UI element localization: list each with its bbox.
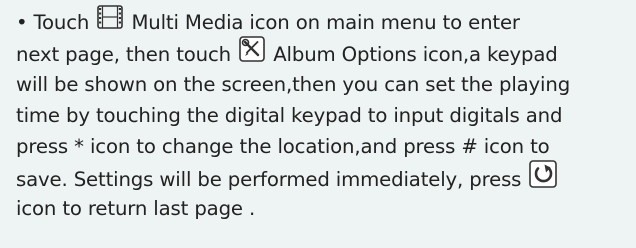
text-line-6: save. Settings will be performed immedia… [16,160,628,193]
text-segment: Multi Media icon on main menu to enter [131,11,520,34]
text-segment: time by touching the digital keypad to i… [16,104,563,127]
film-icon [97,5,124,38]
instruction-paragraph: • Touch Multi Media icon on main menu to … [0,0,636,248]
text-segment: press * icon to change the location,and … [16,135,550,158]
text-line-2: next page, then touch Album Options icon… [16,36,628,71]
text-line-3: will be shown on the screen,then you can… [16,69,628,100]
bullet: • [16,11,28,34]
text-line-1: • Touch Multi Media icon on main menu to … [16,5,628,38]
return-arrow-icon [529,160,558,197]
text-segment: icon to return last page . [16,197,256,220]
wrench-screwdriver-icon [239,36,265,71]
text-segment: next page, then touch [16,43,231,66]
text-line-5: press * icon to change the location,and … [16,131,628,162]
text-line-7: icon to return last page . [16,193,628,224]
text-segment: Album Options icon,a keypad [273,43,558,66]
text-segment: Touch [33,11,90,34]
text-segment: save. Settings will be performed immedia… [16,168,522,191]
text-segment: will be shown on the screen,then you can… [16,73,571,96]
text-line-4: time by touching the digital keypad to i… [16,100,628,131]
